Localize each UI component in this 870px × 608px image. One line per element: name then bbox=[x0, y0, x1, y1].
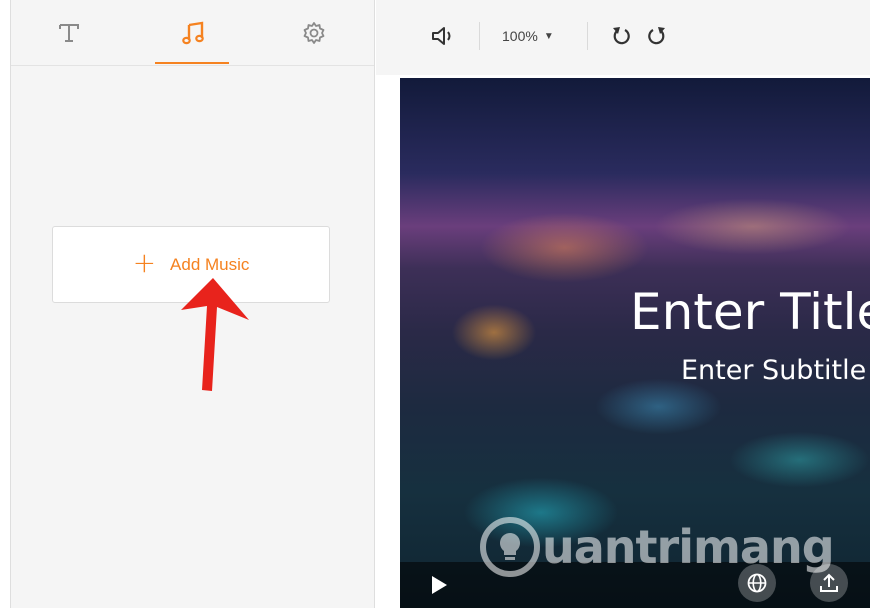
redo-button[interactable] bbox=[646, 20, 668, 52]
toolbar-divider bbox=[479, 22, 480, 50]
chevron-down-icon: ▼ bbox=[543, 30, 554, 42]
preview-title[interactable]: Enter Title bbox=[630, 283, 870, 341]
left-panel: + Add Music bbox=[10, 0, 375, 608]
sidebar-tabbar bbox=[11, 0, 374, 66]
text-icon bbox=[59, 24, 79, 42]
undo-button[interactable] bbox=[610, 20, 632, 52]
gear-icon bbox=[303, 22, 325, 44]
editor-toolbar: 100% ▼ bbox=[376, 0, 870, 75]
tab-settings[interactable] bbox=[274, 0, 354, 66]
speaker-icon bbox=[432, 27, 451, 45]
volume-button[interactable] bbox=[430, 20, 456, 52]
lightbulb-logo-icon bbox=[480, 517, 540, 577]
annotation-arrow bbox=[181, 278, 249, 391]
active-tab-underline bbox=[155, 62, 229, 64]
zoom-value: 100% bbox=[502, 28, 538, 44]
preview-subtitle[interactable]: Enter Subtitle bbox=[681, 355, 866, 386]
play-icon[interactable] bbox=[430, 575, 448, 595]
tab-text[interactable] bbox=[29, 0, 109, 66]
watermark-text: uantrimang bbox=[542, 520, 835, 574]
undo-icon bbox=[613, 27, 630, 45]
tab-music[interactable] bbox=[154, 0, 234, 66]
plus-icon: + bbox=[132, 245, 157, 279]
watermark: uantrimang bbox=[480, 512, 835, 582]
redo-icon bbox=[648, 27, 665, 45]
zoom-dropdown[interactable]: 100% ▼ bbox=[502, 20, 554, 52]
toolbar-divider bbox=[587, 22, 588, 50]
music-note-icon bbox=[182, 21, 204, 45]
